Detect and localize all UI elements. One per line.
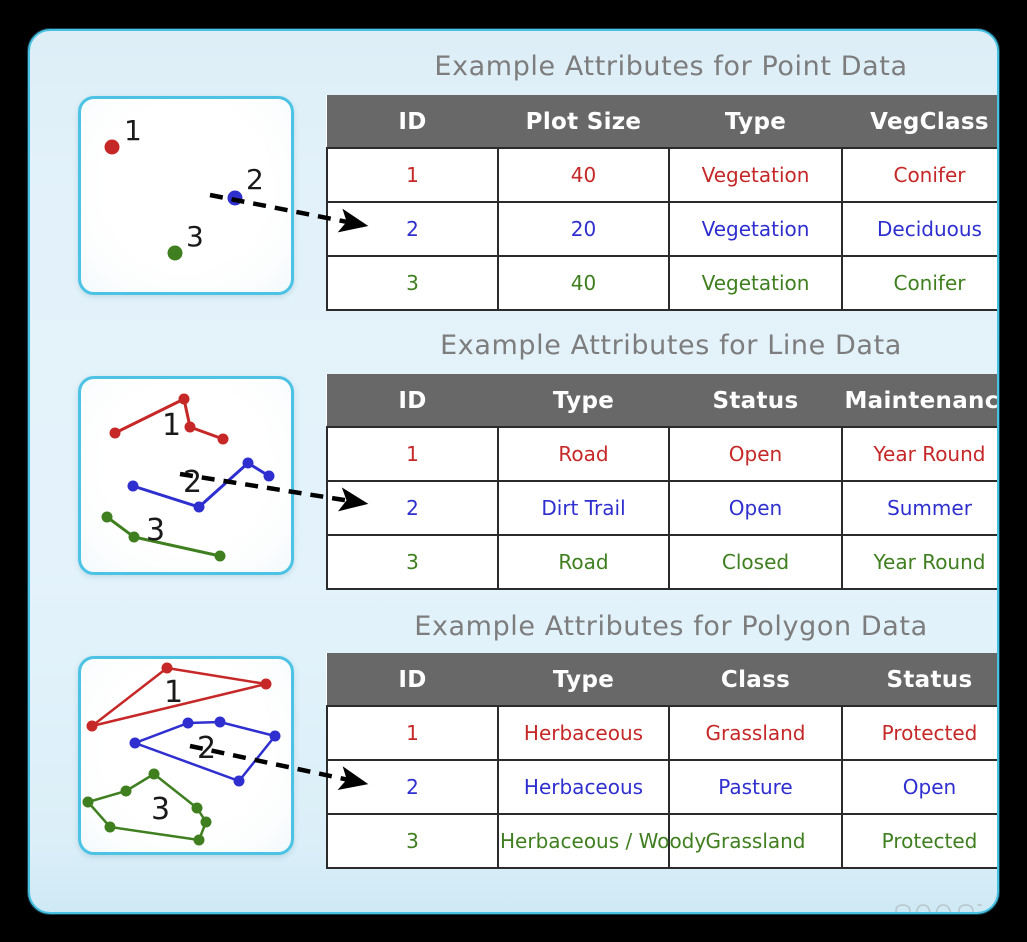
table-header-row: ID Type Status Maintenance <box>326 374 997 428</box>
line-map-label-3: 3 <box>146 513 165 548</box>
cell-col2: 20 <box>497 201 670 257</box>
cell-col4: Year Round <box>841 534 997 590</box>
attribute-table-polygon: ID Type Class Status 1 Herbaceous Grassl… <box>326 653 997 869</box>
cell-col3: Open <box>668 480 843 536</box>
section-title-polygon: Example Attributes for Polygon Data <box>414 611 928 642</box>
cell-col3: Pasture <box>668 759 843 815</box>
polygon-map-graphic: 1 2 3 <box>82 662 281 846</box>
column-header-id: ID <box>326 653 499 707</box>
cell-id: 2 <box>326 480 499 536</box>
cell-col3: Vegetation <box>668 147 843 203</box>
table-header-row: ID Type Class Status <box>326 653 997 707</box>
point-feature-2 <box>227 190 243 206</box>
column-header-4: VegClass <box>841 95 997 149</box>
column-header-2: Plot Size <box>497 95 670 149</box>
table-row: 1 Road Open Year Round <box>326 426 997 482</box>
column-header-id: ID <box>326 95 499 149</box>
column-header-2: Type <box>497 653 670 707</box>
section-title-line: Example Attributes for Line Data <box>440 330 902 361</box>
line-map-label-1: 1 <box>162 408 181 443</box>
cell-col4: Conifer <box>841 255 997 311</box>
cell-col3: Vegetation <box>668 255 843 311</box>
point-feature-3 <box>167 245 183 261</box>
polygon-map-label-3: 3 <box>151 792 170 827</box>
point-map-label-2: 2 <box>246 163 264 196</box>
attribute-table-point: ID Plot Size Type VegClass 1 40 Vegetati… <box>326 95 997 311</box>
cell-id: 1 <box>326 426 499 482</box>
point-map-graphic: 1 2 3 <box>104 114 264 261</box>
cell-col2: 40 <box>497 255 670 311</box>
cell-col3: Vegetation <box>668 201 843 257</box>
cell-col2: Herbaceous <box>497 759 670 815</box>
table-row: 3 Herbaceous / Woody Grassland Protected <box>326 813 997 869</box>
cell-col3: Open <box>668 426 843 482</box>
cell-col3: Grassland <box>668 705 843 761</box>
cell-col2: Road <box>497 534 670 590</box>
cell-id: 2 <box>326 759 499 815</box>
cell-col4: Summer <box>841 480 997 536</box>
cell-id: 1 <box>326 147 499 203</box>
column-header-3: Class <box>668 653 843 707</box>
cell-id: 3 <box>326 813 499 869</box>
cell-col4: Open <box>841 759 997 815</box>
point-feature-1 <box>104 139 120 155</box>
column-header-4: Maintenance <box>841 374 997 428</box>
point-map-label-3: 3 <box>186 220 204 253</box>
polygon-map-label-1: 1 <box>164 675 183 710</box>
neon-logo <box>895 904 982 912</box>
cell-id: 1 <box>326 705 499 761</box>
column-header-3: Status <box>668 374 843 428</box>
cell-col4: Deciduous <box>841 201 997 257</box>
polygon-map-label-2: 2 <box>197 731 216 766</box>
column-header-3: Type <box>668 95 843 149</box>
polygon-feature-3 <box>82 768 212 846</box>
screenshot-root: Example Attributes for Point Data 1 2 3 … <box>0 0 1027 942</box>
cell-col2: Dirt Trail <box>497 480 670 536</box>
cell-id: 2 <box>326 201 499 257</box>
cell-col4: Protected <box>841 813 997 869</box>
cell-col4: Protected <box>841 705 997 761</box>
cell-id: 3 <box>326 255 499 311</box>
cell-col3: Closed <box>668 534 843 590</box>
table-row: 1 40 Vegetation Conifer <box>326 147 997 203</box>
column-header-2: Type <box>497 374 670 428</box>
attribute-table-line: ID Type Status Maintenance 1 Road Open Y… <box>326 374 997 590</box>
cell-col4: Conifer <box>841 147 997 203</box>
map-panel-point: 1 2 3 <box>78 96 294 295</box>
cell-id: 3 <box>326 534 499 590</box>
cell-col2: Herbaceous / Woody <box>497 813 706 869</box>
content-card: Example Attributes for Point Data 1 2 3 … <box>28 29 999 914</box>
section-title-point: Example Attributes for Point Data <box>434 51 908 82</box>
table-row: 2 Dirt Trail Open Summer <box>326 480 997 536</box>
table-row: 3 Road Closed Year Round <box>326 534 997 590</box>
line-map-label-2: 2 <box>183 465 202 500</box>
map-panel-polygon: 1 2 3 <box>78 656 294 855</box>
cell-col2: Road <box>497 426 670 482</box>
cell-col2: 40 <box>497 147 670 203</box>
cell-col4: Year Round <box>841 426 997 482</box>
table-row: 1 Herbaceous Grassland Protected <box>326 705 997 761</box>
map-panel-line: 1 2 3 <box>78 376 294 575</box>
table-row: 2 20 Vegetation Deciduous <box>326 201 997 257</box>
table-row: 2 Herbaceous Pasture Open <box>326 759 997 815</box>
cell-col2: Herbaceous <box>497 705 670 761</box>
column-header-4: Status <box>841 653 997 707</box>
point-map-label-1: 1 <box>124 114 142 147</box>
column-header-id: ID <box>326 374 499 428</box>
line-map-graphic: 1 2 3 <box>101 393 275 562</box>
table-row: 3 40 Vegetation Conifer <box>326 255 997 311</box>
table-header-row: ID Plot Size Type VegClass <box>326 95 997 149</box>
